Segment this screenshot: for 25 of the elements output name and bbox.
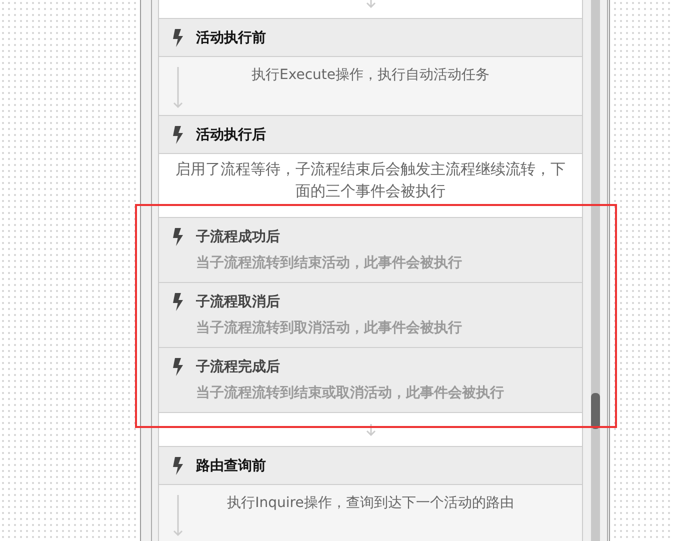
step-description: 执行Execute操作，执行自动活动任务	[250, 66, 490, 85]
stage-title: 路由查询前	[196, 456, 266, 474]
scrollbar[interactable]	[591, 0, 600, 541]
event-row[interactable]: 子流程成功后 当子流程流转到结束活动，此事件会被执行	[159, 217, 582, 283]
lightning-icon	[172, 358, 183, 376]
event-title: 子流程取消后	[196, 293, 281, 311]
lightning-icon	[172, 456, 183, 474]
down-arrow-icon	[173, 495, 183, 537]
lightning-icon	[172, 293, 183, 311]
event-description: 当子流程流转到结束活动，此事件会被执行	[196, 254, 462, 272]
event-description: 当子流程流转到结束或取消活动，此事件会被执行	[196, 384, 504, 402]
event-row[interactable]: 子流程取消后 当子流程流转到取消活动，此事件会被执行	[159, 282, 582, 348]
step-description: 执行Inquire操作，查询到达下一个活动的路由	[226, 494, 515, 513]
event-title: 子流程完成后	[196, 358, 281, 376]
lightning-icon	[172, 126, 183, 144]
down-arrow-icon	[173, 67, 183, 109]
event-row[interactable]: 子流程完成后 当子流程流转到结束或取消活动，此事件会被执行	[159, 347, 582, 413]
lightning-icon	[172, 228, 183, 246]
down-arrow-icon	[366, 424, 376, 436]
scrollbar-thumb[interactable]	[591, 393, 600, 429]
event-description: 当子流程流转到取消活动，此事件会被执行	[196, 319, 462, 337]
stage-title: 活动执行前	[196, 28, 266, 46]
event-title: 子流程成功后	[196, 228, 281, 246]
stage-title: 活动执行后	[196, 126, 266, 144]
lightning-icon	[172, 28, 183, 46]
